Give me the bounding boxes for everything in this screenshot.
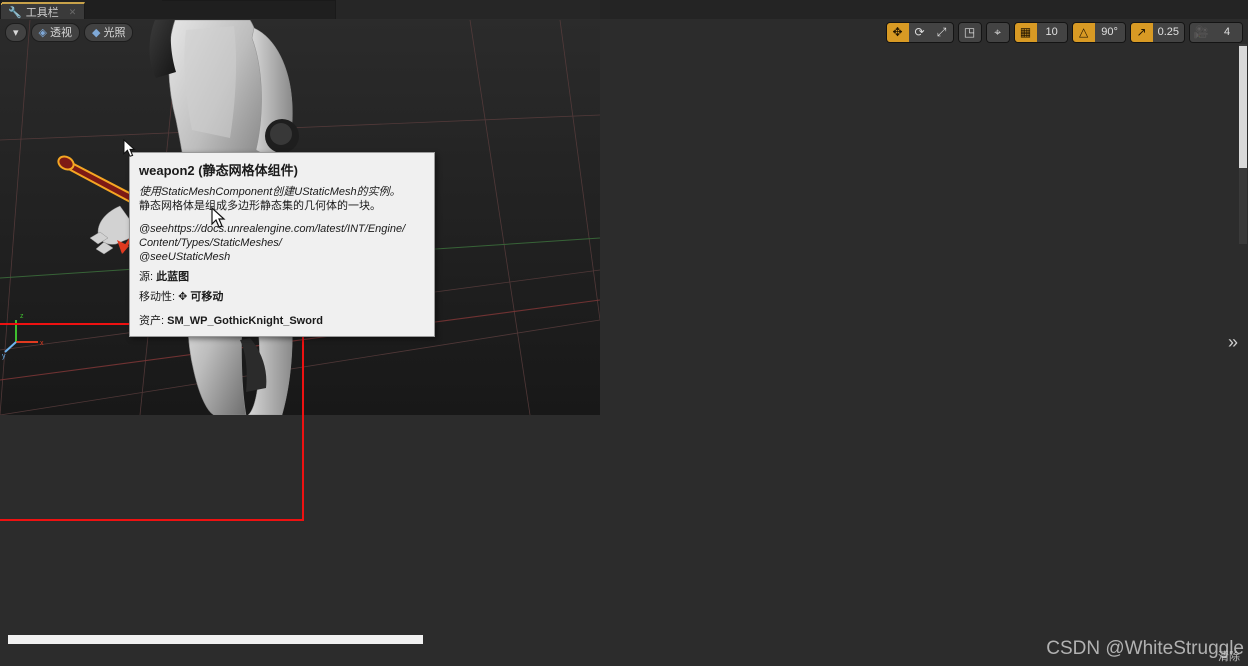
tooltip-mobility-value: 可移动	[190, 291, 224, 303]
tooltip-title: weapon2 (静态网格体组件)	[139, 163, 298, 178]
tooltip-body-line1: 使用StaticMeshComponent创建UStaticMesh的实例。	[139, 186, 401, 198]
chevron-down-icon: ▾	[13, 26, 19, 39]
scale-snap-group[interactable]: ↗ 0.25	[1129, 21, 1185, 43]
angle-snap-icon[interactable]: △	[1072, 22, 1095, 42]
tab-toolbar[interactable]: 🔧 工具栏 ✕	[2, 2, 86, 20]
camera-speed-value[interactable]: 4	[1212, 22, 1242, 42]
transform-mode-group[interactable]: ✥ ⟳ ⤢	[885, 21, 954, 43]
svg-text:z: z	[20, 313, 24, 320]
angle-snap-value[interactable]: 90°	[1094, 22, 1125, 42]
lighting-icon: ◆	[92, 26, 101, 39]
grid-snap-value[interactable]: 10	[1036, 22, 1067, 42]
close-icon[interactable]: ✕	[69, 7, 77, 18]
tooltip-body-line2: 静态网格体是组成多边形静态集的几何体的一块。	[139, 200, 381, 212]
perspective-label: 透视	[50, 27, 72, 39]
coordinate-space-group[interactable]: ◳	[957, 21, 982, 43]
details-scroll-track[interactable]	[1239, 44, 1247, 244]
tooltip-asset-label: 资产:	[139, 315, 165, 327]
tooltip-mobility-row: 移动性: ✥ 可移动	[139, 288, 425, 304]
component-tooltip: weapon2 (静态网格体组件) 使用StaticMeshComponent创…	[129, 152, 435, 337]
translate-mode-icon[interactable]: ✥	[886, 22, 909, 42]
toolbar-tab-label: 工具栏	[25, 7, 59, 19]
grid-snap-group[interactable]: ▦ 10	[1013, 21, 1068, 43]
movable-icon: ✥	[178, 291, 188, 303]
viewport-toolbar[interactable]: ▾ ◈ 透视 ◆ 光照 ✥ ⟳ ⤢ ◳ ⌖ ▦ 10 △ 90° ↗ 0.25 …	[0, 20, 1248, 44]
surface-snap-icon[interactable]: ⌖	[986, 22, 1009, 42]
camera-icon[interactable]: 🎥	[1190, 22, 1212, 42]
log-horizontal-scrollbar[interactable]	[8, 635, 584, 644]
details-scrollbar[interactable]	[1239, 46, 1247, 168]
tooltip-see-line1: @seehttps://docs.unrealengine.com/latest…	[139, 223, 406, 235]
rotate-mode-icon[interactable]: ⟳	[908, 22, 931, 42]
scale-snap-icon[interactable]: ↗	[1130, 22, 1153, 42]
lighting-mode-button[interactable]: ◆ 光照	[84, 22, 134, 42]
camera-speed-group[interactable]: 🎥 4	[1189, 21, 1243, 43]
svg-text:x: x	[40, 340, 44, 347]
surface-snap-group[interactable]: ⌖	[985, 21, 1010, 43]
unreal-blueprint-editor: ⚙ 组件 ✕ + 添加组件 ▼ 🔍 🯅ThirdPersonCharacter（…	[0, 0, 1248, 666]
perspective-icon: ◈	[38, 26, 47, 39]
tooltip-source-label: 源:	[139, 271, 154, 283]
watermark-text: CSDN @WhiteStruggle	[1046, 638, 1244, 659]
angle-snap-group[interactable]: △ 90°	[1071, 21, 1126, 43]
tooltip-see-line2: Content/Types/StaticMeshes/	[139, 237, 282, 249]
world-space-icon[interactable]: ◳	[958, 22, 981, 42]
view-options-button[interactable]: ▾	[5, 22, 27, 42]
wrench-icon: 🔧	[8, 6, 22, 19]
tooltip-source-row: 源: 此蓝图	[139, 268, 425, 284]
tooltip-asset-row: 资产: SM_WP_GothicKnight_Sword	[139, 312, 425, 328]
tooltip-asset-value: SM_WP_GothicKnight_Sword	[167, 315, 323, 327]
toolbar-tabstrip: 🔧 工具栏 ✕	[2, 0, 162, 20]
tooltip-see-line3: @seeUStaticMesh	[139, 251, 231, 263]
lighting-label: 光照	[103, 27, 126, 39]
grid-snap-icon[interactable]: ▦	[1014, 22, 1037, 42]
perspective-button[interactable]: ◈ 透视	[30, 22, 80, 42]
tooltip-mobility-label: 移动性:	[139, 291, 176, 303]
scale-mode-icon[interactable]: ⤢	[930, 22, 953, 42]
tooltip-source-value: 此蓝图	[156, 271, 190, 283]
svg-text:y: y	[2, 353, 6, 360]
scale-snap-value[interactable]: 0.25	[1152, 22, 1184, 42]
